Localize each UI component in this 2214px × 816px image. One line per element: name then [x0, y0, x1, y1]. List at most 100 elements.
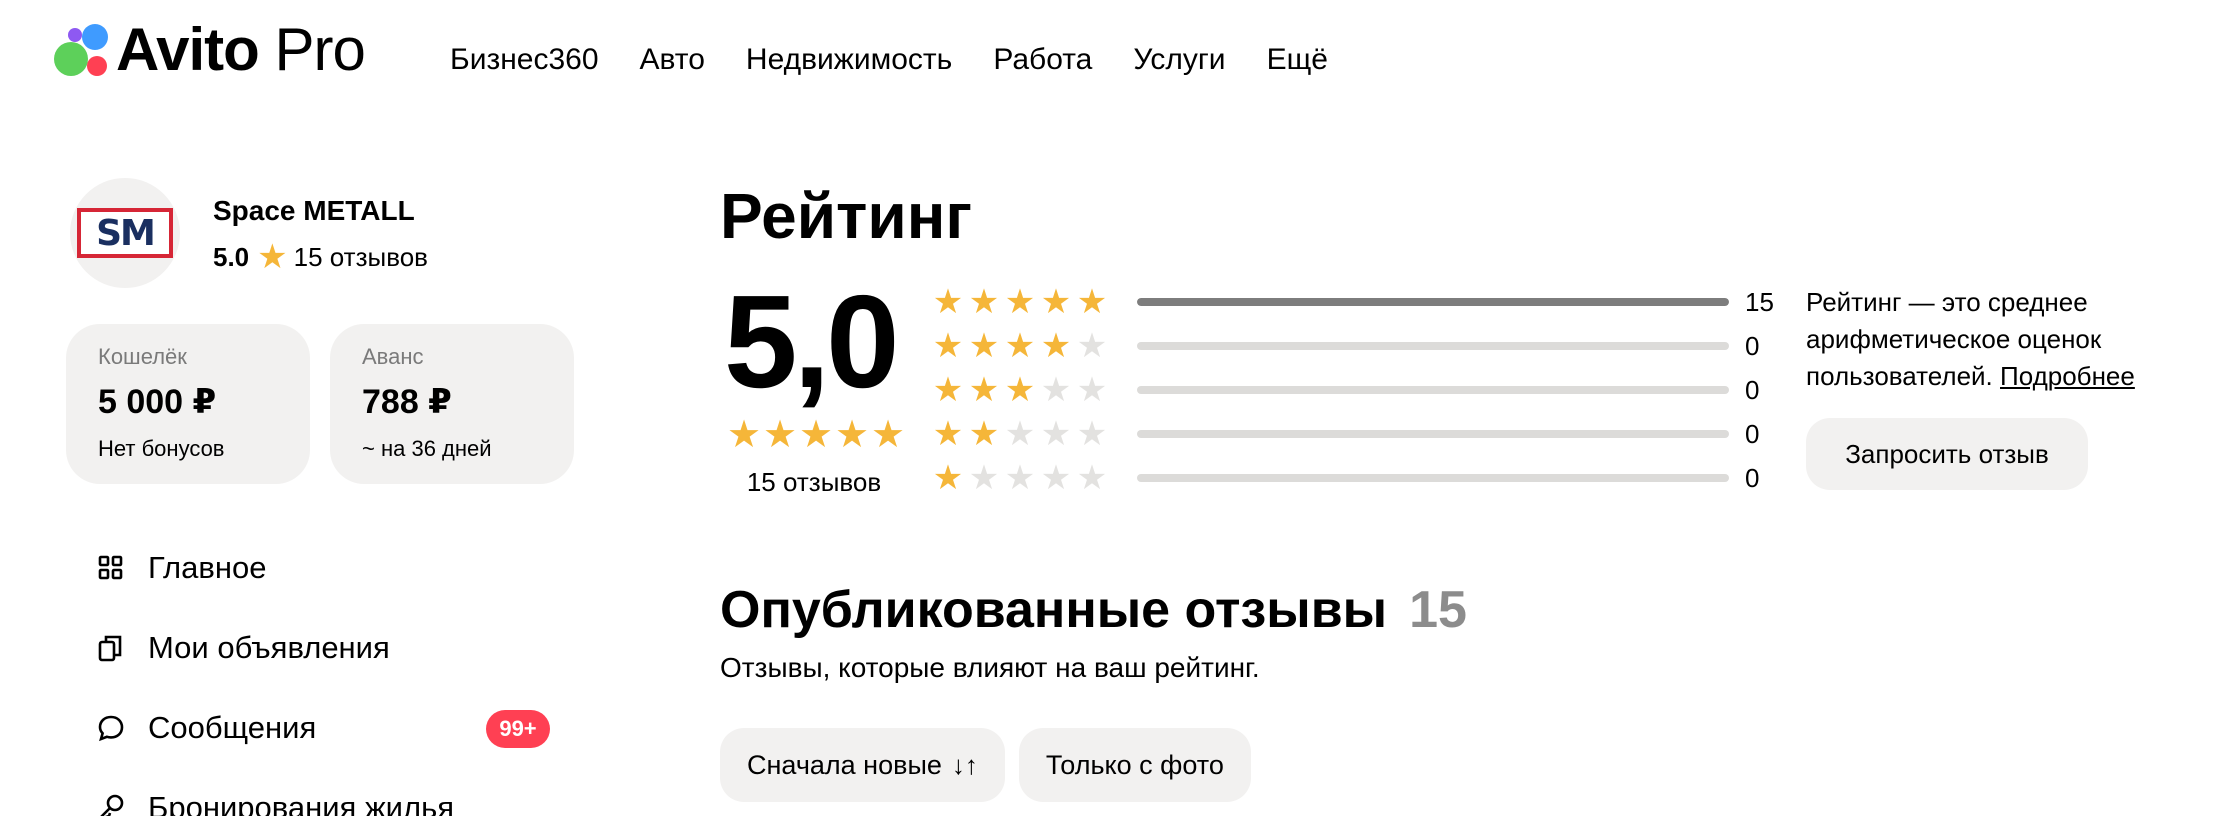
star-icon: ★: [1040, 459, 1072, 497]
rating-row-count: 0: [1745, 463, 1760, 493]
avito-pro-logo[interactable]: Avito Pro: [54, 20, 366, 80]
request-review-button[interactable]: Запросить отзыв: [1806, 418, 2088, 490]
more-link[interactable]: Подробнее: [2000, 361, 2135, 391]
average-score: 5,0: [724, 268, 899, 415]
row-stars: ★ ★ ★ ★ ★: [930, 417, 1130, 451]
rating-row-count: 15: [1745, 287, 1774, 317]
sort-label: Сначала новые: [747, 749, 942, 780]
logo-bold: Avito: [116, 16, 260, 83]
star-icon: ★: [932, 459, 964, 497]
rating-bar: [1137, 342, 1729, 350]
star-icon: ★: [762, 414, 798, 456]
row-stars: ★ ★ ★ ★ ★: [930, 461, 1130, 495]
star-icon: ★: [968, 283, 1000, 321]
published-subtitle: Отзывы, которые влияют на ваш рейтинг.: [720, 652, 1260, 683]
top-header: Avito Pro Бизнес360 Авто Недвижимость Ра…: [0, 0, 2214, 120]
star-icon: ★: [1076, 459, 1108, 497]
balance-cards: Кошелёк 5 000 ₽ Нет бонусов Аванс 788 ₽ …: [66, 324, 574, 484]
star-icon: ★: [932, 327, 964, 365]
average-stars: ★ ★ ★ ★ ★: [726, 416, 906, 454]
star-icon: ★: [726, 414, 762, 456]
star-icon: ★: [968, 371, 1000, 409]
advance-card[interactable]: Аванс 788 ₽ ~ на 36 дней: [330, 324, 574, 484]
star-icon: ★: [1076, 415, 1108, 453]
star-icon: ★: [834, 414, 870, 456]
wallet-card[interactable]: Кошелёк 5 000 ₽ Нет бонусов: [66, 324, 310, 484]
star-icon: ★: [1040, 283, 1072, 321]
avito-dots-icon: [54, 22, 114, 78]
advance-value: 788 ₽: [362, 383, 452, 421]
grid-icon: [96, 553, 126, 583]
sidebar-item-my-ads[interactable]: Мои объявления: [96, 608, 556, 688]
star-icon: ★: [968, 459, 1000, 497]
rating-distribution: ★ ★ ★ ★ ★ 15 ★ ★ ★ ★ ★ 0 ★ ★ ★ ★ ★ 0 ★ ★ ★ ★ ★ 0 ★ ★ ★ ★ ★ 0: [930, 280, 1785, 500]
logo-text: Avito Pro: [116, 20, 366, 80]
nav-auto[interactable]: Авто: [640, 40, 705, 80]
rating-row: ★ ★ ★ ★ ★ 0: [930, 412, 1785, 456]
star-icon: ★: [1076, 327, 1108, 365]
sidebar-item-bookings[interactable]: Бронирования жилья: [96, 768, 556, 816]
nav-more[interactable]: Ещё: [1267, 40, 1328, 80]
rating-bar: [1137, 474, 1729, 482]
rating-bar: [1137, 386, 1729, 394]
rating-row: ★ ★ ★ ★ ★ 0: [930, 456, 1785, 500]
key-icon: [96, 793, 126, 816]
star-icon: ★: [257, 238, 288, 276]
star-icon: ★: [1076, 371, 1108, 409]
sort-arrows-icon: ↓↑: [951, 749, 978, 780]
rating-bar-fill: [1137, 298, 1729, 306]
rating-row: ★ ★ ★ ★ ★ 0: [930, 368, 1785, 412]
rating-note: Рейтинг — это среднее арифметическое оце…: [1806, 284, 2186, 395]
profile-info: Space METALL 5.0 ★ 15 отзывов: [213, 193, 428, 288]
star-icon: ★: [932, 283, 964, 321]
sidebar-item-main[interactable]: Главное: [96, 528, 556, 608]
advance-label: Аванс: [362, 344, 424, 369]
star-icon: ★: [1004, 283, 1036, 321]
profile-block: SM Space METALL 5.0 ★ 15 отзывов: [70, 178, 428, 288]
chat-bubble-icon: [96, 713, 126, 743]
advance-sub: ~ на 36 дней: [362, 436, 492, 461]
sort-button[interactable]: Сначала новые ↓↑: [720, 728, 1005, 802]
nav-jobs[interactable]: Работа: [993, 40, 1092, 80]
row-stars: ★ ★ ★ ★ ★: [930, 373, 1130, 407]
rating-bar: [1137, 298, 1729, 306]
profile-reviews-count[interactable]: 15 отзывов: [294, 241, 428, 273]
star-icon: ★: [798, 414, 834, 456]
star-icon: ★: [1004, 371, 1036, 409]
profile-score: 5.0: [213, 242, 250, 272]
nav-business360[interactable]: Бизнес360: [450, 40, 599, 80]
row-stars: ★ ★ ★ ★ ★: [930, 285, 1130, 319]
published-reviews-title: Опубликованные отзывы 15: [720, 578, 1467, 642]
nav-realty[interactable]: Недвижимость: [746, 40, 952, 80]
star-icon: ★: [1040, 327, 1072, 365]
star-icon: ★: [1004, 327, 1036, 365]
sidebar-item-label: Мои объявления: [148, 630, 390, 665]
star-icon: ★: [968, 415, 1000, 453]
rating-row: ★ ★ ★ ★ ★ 0: [930, 324, 1785, 368]
rating-row-count: 0: [1745, 331, 1760, 361]
avatar[interactable]: SM: [70, 178, 180, 288]
star-icon: ★: [1040, 371, 1072, 409]
company-logo: SM: [77, 208, 173, 258]
star-icon: ★: [932, 371, 964, 409]
row-stars: ★ ★ ★ ★ ★: [930, 329, 1130, 363]
page-title: Рейтинг: [720, 180, 973, 252]
profile-name[interactable]: Space METALL: [213, 193, 428, 229]
sidebar-item-messages[interactable]: Сообщения 99+: [96, 688, 556, 768]
sidebar-item-label: Главное: [148, 550, 267, 585]
star-icon: ★: [1004, 415, 1036, 453]
reviews-count-label: 15 отзывов: [746, 467, 882, 497]
published-count: 15: [1409, 581, 1467, 639]
star-icon: ★: [932, 415, 964, 453]
rating-bar: [1137, 430, 1729, 438]
wallet-label: Кошелёк: [98, 344, 187, 369]
star-icon: ★: [968, 327, 1000, 365]
wallet-sub: Нет бонусов: [98, 436, 225, 461]
sidebar-item-label: Бронирования жилья: [148, 790, 455, 816]
profile-rating: 5.0 ★ 15 отзывов: [213, 238, 428, 276]
rating-row-count: 0: [1745, 419, 1760, 449]
star-icon: ★: [1040, 415, 1072, 453]
photo-only-button[interactable]: Только с фото: [1018, 728, 1251, 802]
rating-row: ★ ★ ★ ★ ★ 15: [930, 280, 1785, 324]
nav-services[interactable]: Услуги: [1133, 40, 1225, 80]
